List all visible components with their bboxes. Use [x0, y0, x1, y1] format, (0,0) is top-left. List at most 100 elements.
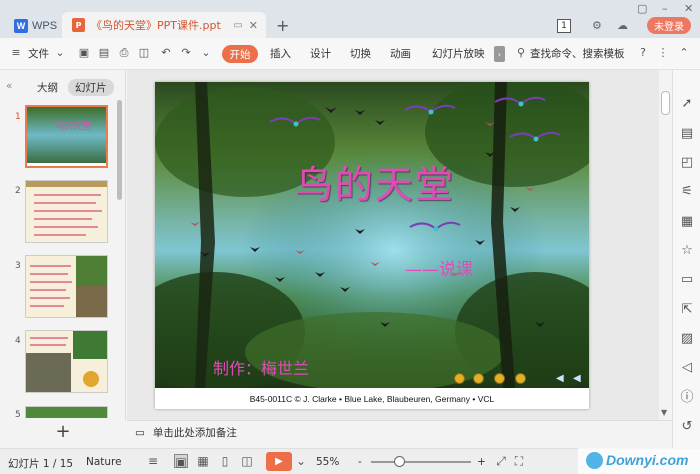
smiley-icon: [494, 373, 505, 384]
play-slideshow-button[interactable]: ▶: [266, 452, 292, 471]
reading-view-icon[interactable]: ▯: [218, 454, 232, 468]
speaker-icon: ◀: [573, 373, 581, 384]
zoom-slider-knob[interactable]: [394, 456, 405, 467]
menu-icon[interactable]: ≡: [10, 47, 22, 59]
slide-author[interactable]: 制作：梅世兰: [213, 355, 309, 379]
save-icon[interactable]: ▣: [78, 47, 90, 59]
more-vertical-icon[interactable]: ⋮: [657, 47, 669, 59]
adjust-icon[interactable]: ⚟: [679, 184, 695, 200]
wps-home-tab[interactable]: W WPS: [6, 13, 60, 38]
preview-icon[interactable]: ◫: [138, 47, 150, 59]
new-tab-button[interactable]: +: [276, 16, 289, 35]
export-pdf-icon[interactable]: ▤: [98, 47, 110, 59]
fullscreen-icon[interactable]: ⛶: [512, 454, 526, 468]
document-tab[interactable]: P 《鸟的天堂》PPT课件.ppt ▭ ✕: [62, 12, 266, 38]
scroll-down-icon[interactable]: ▼: [661, 408, 667, 417]
collapse-panel-icon[interactable]: «: [6, 80, 12, 92]
chevron-up-icon[interactable]: ⌃: [678, 47, 690, 59]
slide-subtitle[interactable]: ——说课: [405, 255, 473, 280]
chevron-down-icon[interactable]: ⌄: [294, 454, 308, 468]
share-icon[interactable]: ⇱: [679, 302, 695, 318]
thumb-number: 1: [15, 112, 21, 122]
title-bar: W WPS P 《鸟的天堂》PPT课件.ppt ▭ ✕ + ▢ – ✕ 1 ⚙ …: [0, 0, 700, 38]
wps-app-name: WPS: [32, 19, 58, 32]
fit-window-icon[interactable]: ⤢: [494, 454, 508, 468]
cloud-icon[interactable]: ☁: [617, 19, 628, 32]
panel-tabs: « 大纲 幻灯片: [0, 78, 126, 98]
tab-slideshow[interactable]: 幻灯片放映: [432, 46, 485, 61]
info-icon[interactable]: ⓘ: [679, 390, 695, 406]
notes-toggle-icon[interactable]: ≡: [146, 454, 160, 468]
minimize-icon[interactable]: –: [662, 2, 668, 15]
search-icon: ⚲: [516, 46, 526, 59]
command-search[interactable]: 查找命令、搜索模板: [530, 46, 625, 61]
tab-insert[interactable]: 插入: [270, 46, 291, 61]
presenter-view-icon[interactable]: ◫: [240, 454, 254, 468]
normal-view-icon[interactable]: ▣: [174, 454, 188, 469]
thumb-number: 5: [15, 410, 21, 420]
slide-title[interactable]: 鸟的天堂: [295, 154, 455, 209]
ribbon-toolbar: ≡ 文件 ⌄ ▣ ▤ ⎙ ◫ ↶ ↷ ⌄ 开始 插入 设计 切换 动画 幻灯片放…: [0, 38, 700, 70]
current-slide[interactable]: 鸟的天堂 ——说课 制作：梅世兰 ◀ ◀ B45-0011C © J. Clar…: [155, 82, 589, 409]
svg-text:鸟的天堂: 鸟的天堂: [55, 120, 91, 132]
tab-slides[interactable]: 幻灯片: [68, 79, 114, 96]
sound-icon[interactable]: ◁: [679, 360, 695, 376]
tab-design[interactable]: 设计: [310, 46, 331, 61]
layout-icon[interactable]: ▤: [679, 126, 695, 142]
image-library-icon[interactable]: ▦: [679, 214, 695, 230]
notes-placeholder[interactable]: 单击此处添加备注: [153, 425, 237, 440]
picture-icon[interactable]: ▨: [679, 331, 695, 347]
theme-name[interactable]: Nature: [86, 456, 122, 468]
pointer-icon[interactable]: ➚: [679, 96, 695, 112]
scroll-thumb[interactable]: [661, 91, 670, 115]
history-icon[interactable]: ↺: [679, 419, 695, 435]
help-icon[interactable]: ?: [637, 47, 649, 59]
close-tab-icon[interactable]: ✕: [249, 19, 258, 32]
wps-logo-icon: W: [14, 18, 28, 33]
zoom-out-button[interactable]: -: [358, 456, 362, 468]
file-menu[interactable]: 文件: [28, 46, 49, 61]
print-icon[interactable]: ⎙: [118, 47, 130, 59]
right-sidebar: ➚ ▤ ◰ ⚟ ▦ ☆ ▭ ⇱ ▨ ◁ ⓘ ↺: [672, 70, 700, 450]
document-tab-name: 《鸟的天堂》PPT课件.ppt: [91, 19, 221, 32]
login-button[interactable]: 未登录: [647, 17, 691, 34]
zoom-level[interactable]: 55%: [316, 456, 339, 468]
slide-thumbnail-1[interactable]: 鸟的天堂: [25, 105, 108, 168]
box-icon[interactable]: ▭: [679, 272, 695, 288]
watermark: Downyi.com: [578, 448, 700, 474]
thumb-number: 3: [15, 261, 21, 271]
monitor-icon[interactable]: ▭: [233, 20, 242, 31]
ppt-file-icon: P: [72, 18, 85, 32]
shapes-icon[interactable]: ◰: [679, 155, 695, 171]
star-icon[interactable]: ☆: [679, 243, 695, 259]
slide-thumbnail-2[interactable]: [25, 180, 108, 243]
tab-outline[interactable]: 大纲: [37, 80, 58, 95]
grid-view-icon[interactable]: ▦: [196, 454, 210, 468]
chevron-down-icon[interactable]: ⌄: [54, 47, 66, 59]
notes-bar[interactable]: ▭ 单击此处添加备注: [127, 420, 672, 444]
canvas-scrollbar[interactable]: ▼: [659, 70, 672, 420]
chevron-right-icon[interactable]: ›: [494, 46, 505, 62]
panel-scrollbar[interactable]: [117, 100, 122, 200]
slide-thumbnail-3[interactable]: [25, 255, 108, 318]
slide-thumbnail-5[interactable]: [25, 406, 108, 418]
zoom-slider[interactable]: [371, 456, 471, 467]
slide-caption: B45-0011C © J. Clarke • Blue Lake, Blaub…: [155, 388, 589, 409]
slide-thumbnail-4[interactable]: [25, 330, 108, 393]
redo-icon[interactable]: ↷: [180, 47, 192, 59]
smiley-icon: [473, 373, 484, 384]
skin-icon[interactable]: ⚙: [592, 19, 602, 32]
downyi-logo-icon: [586, 452, 603, 469]
chevron-down-icon[interactable]: ⌄: [200, 47, 212, 59]
add-slide-button[interactable]: +: [0, 420, 126, 442]
zoom-in-button[interactable]: +: [477, 456, 486, 468]
speaker-icon: ◀: [556, 373, 564, 384]
tab-start[interactable]: 开始: [222, 45, 258, 63]
close-window-icon[interactable]: ✕: [684, 2, 693, 15]
window-icon[interactable]: ▢: [637, 2, 647, 15]
tab-switch[interactable]: 切换: [350, 46, 371, 61]
page-count-badge[interactable]: 1: [557, 19, 571, 33]
tab-animation[interactable]: 动画: [390, 46, 411, 61]
slide-panel: « 大纲 幻灯片 1 鸟的天堂 2 3 4 5: [0, 70, 126, 420]
undo-icon[interactable]: ↶: [160, 47, 172, 59]
